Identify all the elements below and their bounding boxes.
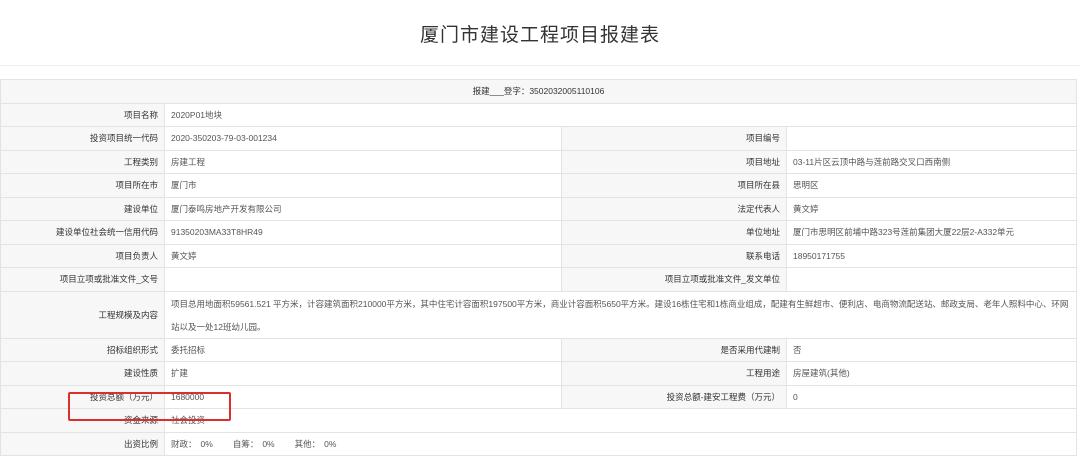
field-value: 厦门泰鸣房地产开发有限公司 [165,197,562,221]
field-label: 项目立项或批准文件_文号 [1,268,165,292]
field-value: 否 [787,338,1077,362]
field-label: 建设单位 [1,197,165,221]
field-value: 黄文婷 [165,244,562,268]
field-value: 委托招标 [165,338,562,362]
field-value: 厦门市 [165,174,562,198]
table-row-project-category: 工程类别 房建工程 项目地址 03-11片区云顶中路与莲前路交叉口西南侧 [1,150,1077,174]
field-label: 项目立项或批准文件_发文单位 [562,268,787,292]
field-value: 项目总用地面积59561.521 平方米，计容建筑面积210000平方米，其中住… [165,291,1077,339]
ratio-value: 0% [200,438,213,449]
table-row-project-lead: 项目负责人 黄文婷 联系电话 18950171755 [1,244,1077,268]
field-label: 联系电话 [562,244,787,268]
ratio-value: 0% [324,438,337,449]
table-row-scale: 工程规模及内容 项目总用地面积59561.521 平方米，计容建筑面积21000… [1,291,1077,339]
field-label: 工程用途 [562,362,787,386]
ratio-label: 财政： [171,438,197,449]
table-row-investment-code: 投资项目统一代码 2020-350203-79-03-001234 项目编号 [1,127,1077,151]
ratio-self-raised: 自筹： 0% [233,438,279,450]
ratio-fiscal: 财政： 0% [171,438,217,450]
page-title: 厦门市建设工程项目报建表 [419,25,660,46]
field-value: 扩建 [165,362,562,386]
field-value: 社会投资 [165,409,1077,433]
field-label: 建设性质 [1,362,165,386]
table-row-city: 项目所在市 厦门市 项目所在县 思明区 [1,174,1077,198]
field-value: 思明区 [787,174,1077,198]
field-label: 项目名称 [1,103,165,127]
field-label: 项目地址 [562,150,787,174]
field-label: 投资总额-建安工程费（万元） [562,385,787,409]
field-value [787,127,1077,151]
field-value: 0 [787,385,1077,409]
field-value: 91350203MA33T8HR49 [165,221,562,245]
table-row-credit-code: 建设单位社会统一信用代码 91350203MA33T8HR49 单位地址 厦门市… [1,221,1077,245]
field-value: 黄文婷 [787,197,1077,221]
field-label: 法定代表人 [562,197,787,221]
field-label: 招标组织形式 [1,338,165,362]
ratio-value: 0% [262,438,275,449]
field-label: 项目所在市 [1,174,165,198]
registration-row: 报建___登字：3502032005110106 [1,80,1077,104]
ratio-label: 自筹： [232,438,259,449]
field-value [165,268,562,292]
table-row-tender: 招标组织形式 委托招标 是否采用代建制 否 [1,338,1077,362]
field-value: 18950171755 [787,244,1077,268]
investment-total-highlight-box [68,392,231,421]
field-label: 投资项目统一代码 [1,127,165,151]
table-row-approval-doc: 项目立项或批准文件_文号 项目立项或批准文件_发文单位 [1,268,1077,292]
field-label: 建设单位社会统一信用代码 [1,221,165,245]
registration-number: 报建___登字：3502032005110106 [1,80,1077,104]
field-value: 房建工程 [165,150,562,174]
table-row-builder: 建设单位 厦门泰鸣房地产开发有限公司 法定代表人 黄文婷 [1,197,1077,221]
title-area: 厦门市建设工程项目报建表 [0,0,1080,66]
field-label: 项目所在县 [562,174,787,198]
field-value: 03-11片区云顶中路与莲前路交叉口西南侧 [787,150,1077,174]
field-label: 工程类别 [1,150,165,174]
field-label: 单位地址 [562,221,787,245]
field-value: 房屋建筑(其他) [787,362,1077,386]
field-label: 工程规模及内容 [1,291,165,339]
field-value: 厦门市思明区前埔中路323号莲前集团大厦22层2-A332单元 [787,221,1077,245]
field-label: 是否采用代建制 [562,338,787,362]
field-value: 2020-350203-79-03-001234 [165,127,562,151]
field-value: 2020P01地块 [165,103,1077,127]
ratio-other: 其他： 0% [295,438,341,450]
ratio-values: 财政： 0% 自筹： 0% 其他： 0% [165,432,1077,456]
field-label: 项目负责人 [1,244,165,268]
field-value [787,268,1077,292]
table-row-project-name: 项目名称 2020P01地块 [1,103,1077,127]
table-row-contribution-ratio: 出资比例 财政： 0% 自筹： 0% 其他： 0% [1,432,1077,456]
ratio-label: 其他： [294,438,321,449]
table-row-nature: 建设性质 扩建 工程用途 房屋建筑(其他) [1,362,1077,386]
title-divider [0,65,1080,66]
field-label: 出资比例 [1,432,165,456]
field-label: 项目编号 [562,127,787,151]
